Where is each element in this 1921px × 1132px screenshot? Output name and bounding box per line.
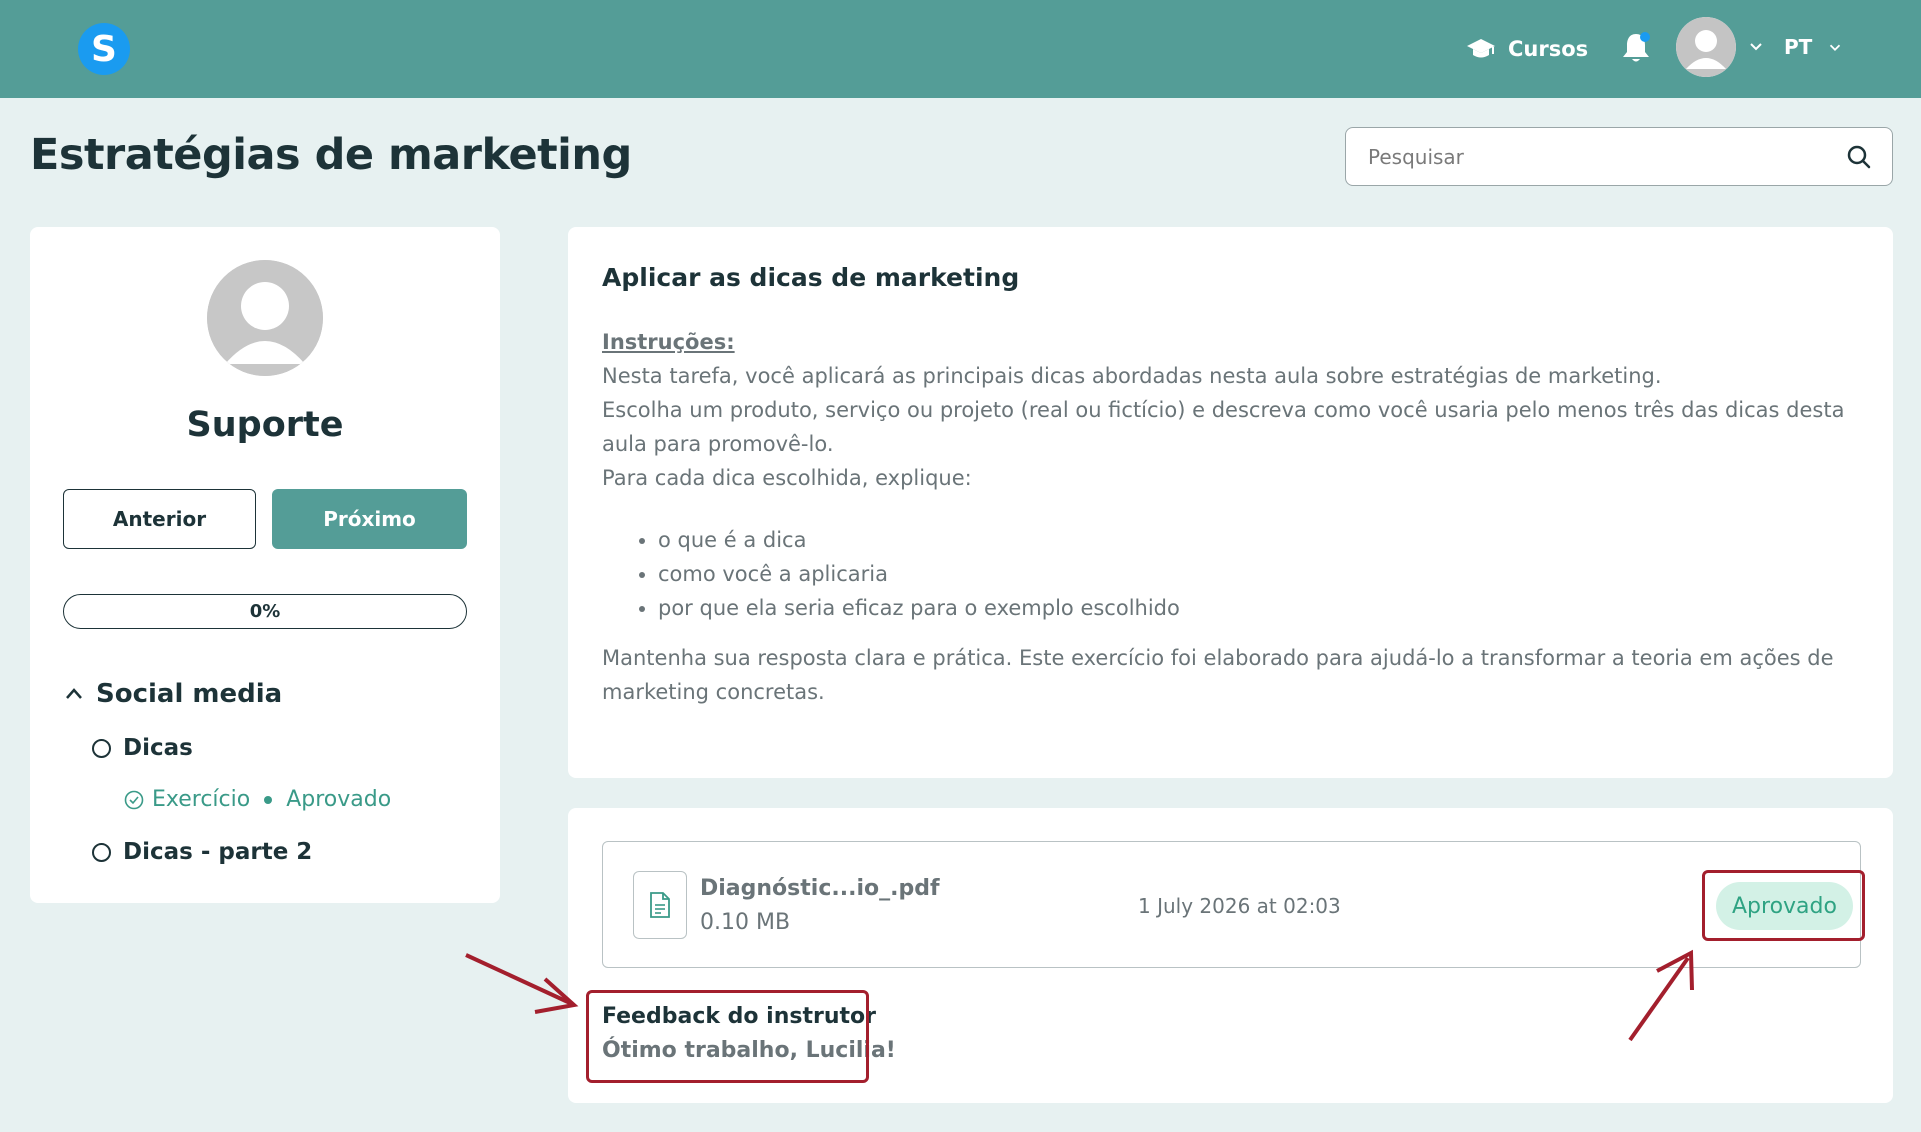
search-icon[interactable] (1846, 144, 1872, 170)
chevron-down-icon (1830, 44, 1841, 51)
file-size: 0.10 MB (700, 910, 791, 935)
user-avatar[interactable] (1676, 17, 1736, 77)
check-circle-icon (124, 790, 144, 809)
search-box (1345, 127, 1893, 186)
status-circle-icon (92, 738, 111, 758)
instruction-line: Escolha um produto, serviço ou projeto (… (602, 398, 1845, 456)
search-input[interactable] (1368, 128, 1828, 185)
annotation-box-status (1702, 870, 1865, 941)
assignment-card: Aplicar as dicas de marketing Instruções… (568, 227, 1893, 778)
lesson-label: Dicas - parte 2 (123, 839, 313, 865)
course-sidebar: Suporte Anterior Próximo 0% Social media… (30, 227, 500, 903)
list-item: por que ela seria eficaz para o exemplo … (658, 591, 1862, 625)
page-title: Estratégias de marketing (30, 130, 632, 180)
user-silhouette-icon (207, 260, 323, 376)
progress-bar: 0% (63, 594, 467, 629)
notifications-button[interactable] (1619, 30, 1653, 66)
section-title: Social media (96, 679, 283, 709)
courses-link[interactable]: Cursos (1466, 30, 1588, 68)
section-toggle-social-media[interactable]: Social media (64, 679, 282, 709)
user-silhouette-icon (1676, 17, 1736, 77)
submission-date: 1 July 2026 at 02:03 (1138, 894, 1341, 918)
app-logo[interactable]: S (78, 23, 130, 75)
list-item: o que é a dica (658, 523, 1862, 557)
lesson-item-dicas-parte-2[interactable]: Dicas - parte 2 (92, 839, 312, 865)
graduation-cap-icon (1467, 39, 1495, 58)
logo-letter: S (91, 28, 117, 70)
chevron-up-icon (66, 688, 82, 699)
status-circle-icon (92, 842, 111, 862)
assignment-title: Aplicar as dicas de marketing (602, 263, 1020, 292)
top-navigation-bar: S Cursos PT (0, 0, 1921, 98)
submitted-file: Diagnóstic...io_.pdf 0.10 MB 1 July 2026… (602, 841, 1861, 968)
separator-dot (264, 795, 273, 804)
language-label: PT (1784, 35, 1813, 59)
file-document-icon (633, 871, 687, 939)
next-button[interactable]: Próximo (272, 489, 467, 549)
progress-label: 0% (249, 601, 281, 622)
previous-button[interactable]: Anterior (63, 489, 256, 549)
exercise-status: Aprovado (286, 787, 392, 812)
list-item: como você a aplicaria (658, 557, 1862, 591)
arrow-to-feedback-icon (465, 953, 579, 1014)
instruction-closing: Mantenha sua resposta clara e prática. E… (602, 646, 1834, 704)
instruction-line: Para cada dica escolhida, explique: (602, 466, 972, 490)
instructions-heading: Instruções: (602, 330, 735, 354)
assignment-instructions: Instruções: Nesta tarefa, você aplicará … (602, 325, 1862, 709)
instruction-bullets: o que é a dica como você a aplicaria por… (602, 523, 1862, 625)
exercise-label: Exercício (152, 787, 251, 812)
lesson-label: Dicas (123, 735, 193, 761)
file-name-link[interactable]: Diagnóstic...io_.pdf (700, 876, 940, 901)
chevron-down-icon[interactable] (1746, 36, 1766, 56)
sidebar-name: Suporte (186, 405, 344, 445)
courses-label: Cursos (1508, 37, 1589, 61)
instruction-line: Nesta tarefa, você aplicará as principai… (602, 364, 1662, 388)
bell-icon (1623, 32, 1650, 62)
instructor-avatar (207, 260, 323, 376)
annotation-box-feedback (586, 990, 869, 1083)
language-selector[interactable]: PT (1784, 30, 1844, 64)
lesson-item-dicas[interactable]: Dicas (92, 735, 193, 761)
exercise-item[interactable]: Exercício Aprovado (124, 787, 391, 812)
